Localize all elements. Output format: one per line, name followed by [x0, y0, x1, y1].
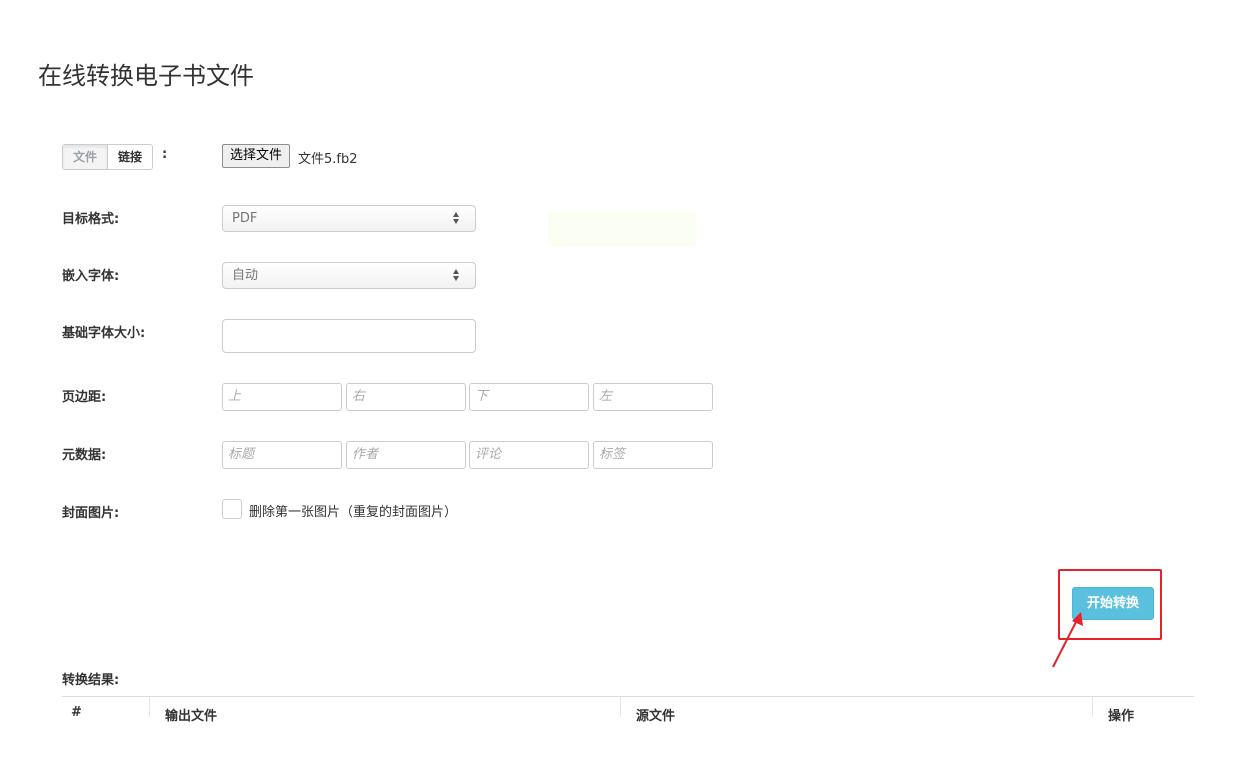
select-arrows-icon — [453, 268, 461, 282]
target-format-select[interactable]: PDF — [222, 205, 476, 232]
margin-left-input[interactable]: 左 — [593, 383, 713, 411]
choose-file-button[interactable]: 选择文件 — [222, 144, 291, 168]
annotation-arrow-icon — [1052, 612, 1083, 668]
page-title: 在线转换电子书文件 — [38, 62, 254, 90]
cover-image-label: 封面图片: — [62, 506, 120, 521]
column-header-output-file: 输出文件 — [165, 709, 218, 724]
base-font-size-label: 基础字体大小: — [62, 326, 146, 341]
meta-comment-input[interactable]: 评论 — [469, 441, 589, 469]
tab-file[interactable]: 文件 — [63, 145, 108, 169]
column-divider — [1092, 697, 1093, 717]
margins-label: 页边距: — [62, 390, 107, 405]
margin-top-input[interactable]: 上 — [222, 383, 342, 411]
target-format-value: PDF — [232, 211, 258, 226]
results-label: 转换结果: — [62, 673, 120, 688]
embed-font-label: 嵌入字体: — [62, 269, 120, 284]
meta-author-input[interactable]: 作者 — [346, 441, 466, 469]
remove-cover-checkbox-label[interactable]: 删除第一张图片（重复的封面图片） — [249, 501, 457, 520]
column-divider — [620, 697, 621, 717]
faded-overlay — [548, 211, 696, 247]
source-toggle: 文件 链接 — [62, 144, 154, 170]
select-arrows-icon — [453, 211, 461, 225]
metadata-label: 元数据: — [62, 448, 107, 463]
target-format-label: 目标格式: — [62, 212, 120, 227]
embed-font-select[interactable]: 自动 — [222, 262, 476, 289]
column-divider — [149, 697, 150, 717]
column-header-source-file: 源文件 — [636, 709, 676, 724]
source-colon: : — [162, 147, 168, 162]
base-font-size-input[interactable] — [222, 319, 476, 353]
margin-right-input[interactable]: 右 — [346, 383, 466, 411]
selected-file-name: 文件5.fb2 — [298, 152, 358, 167]
column-header-actions: 操作 — [1108, 709, 1135, 724]
column-header-index: # — [71, 705, 82, 720]
meta-tags-input[interactable]: 标签 — [593, 441, 713, 469]
remove-cover-checkbox[interactable] — [222, 499, 242, 519]
tab-link[interactable]: 链接 — [107, 145, 153, 169]
margin-bottom-input[interactable]: 下 — [469, 383, 589, 411]
meta-title-input[interactable]: 标题 — [222, 441, 342, 469]
results-table: # 输出文件 源文件 操作 — [62, 696, 1194, 737]
embed-font-value: 自动 — [232, 268, 259, 283]
